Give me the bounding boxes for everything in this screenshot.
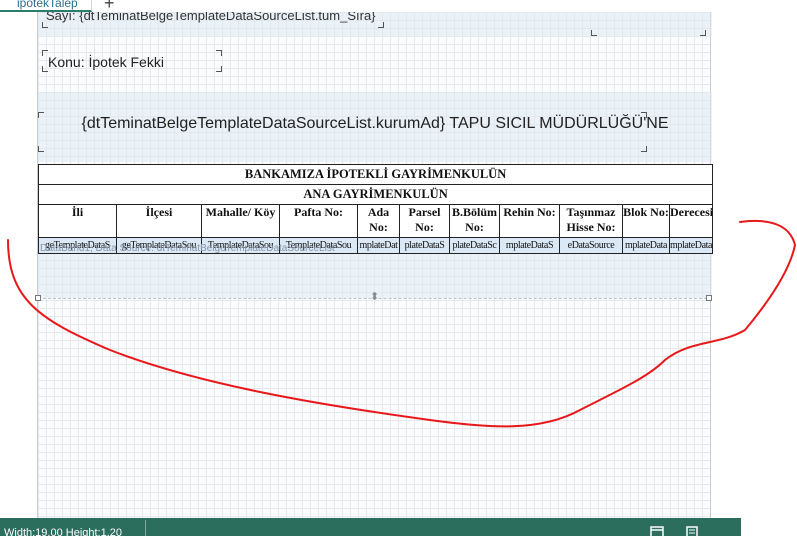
selection-corner <box>42 50 48 56</box>
selection-corner <box>591 30 597 36</box>
column-header[interactable]: Ada No: <box>357 204 400 238</box>
selection-corner <box>700 30 706 36</box>
status-bar: Width:19.00 Height:1.20 <box>0 518 741 536</box>
data-cell[interactable]: mplateDat <box>357 237 400 254</box>
table-title-ipotekli[interactable]: BANKAMIZA İPOTEKLİ GAYRİMENKULÜN <box>37 164 714 185</box>
databand-label: DataBand1; Data Source: dtTeminatBelgeTe… <box>40 243 335 254</box>
selection-corner <box>216 50 222 56</box>
tab-strip: ipotekTalep + <box>0 0 797 12</box>
column-header[interactable]: Blok No: <box>622 204 670 238</box>
size-readout: Width:19.00 Height:1.20 <box>4 527 123 536</box>
data-cell[interactable]: plateDataSc <box>449 237 500 254</box>
selection-corner <box>216 66 222 72</box>
tab-ipotektalep[interactable]: ipotekTalep <box>0 0 92 12</box>
gayrimenkul-table: BANKAMIZA İPOTEKLİ GAYRİMENKULÜN ANA GAY… <box>37 164 714 254</box>
report-designer: ipotekTalep + Sayı: {dtTeminatBelgeTempl… <box>0 0 797 536</box>
page-view-icon[interactable] <box>650 526 664 536</box>
document-icon[interactable] <box>686 526 700 536</box>
column-header[interactable]: Pafta No: <box>279 204 358 238</box>
selection-corner <box>38 112 44 118</box>
resize-handle-left[interactable] <box>35 295 41 301</box>
kurum-heading[interactable]: {dtTeminatBelgeTemplateDataSourceList.ku… <box>38 114 712 134</box>
column-header[interactable]: B.Bölüm No: <box>449 204 500 238</box>
konu-field[interactable]: Konu: İpotek Fekki <box>48 54 164 70</box>
column-header-row: İli İlçesi Mahalle/ Köy Pafta No: Ada No… <box>38 204 714 238</box>
sayi-field[interactable]: Sayı: {dtTeminatBelgeTemplateDataSourceL… <box>46 12 386 26</box>
data-cell[interactable]: plateDataS <box>399 237 450 254</box>
column-header[interactable]: Parsel No: <box>399 204 450 238</box>
selection-corner <box>378 22 384 28</box>
column-header[interactable]: Mahalle/ Köy <box>201 204 280 238</box>
column-header[interactable]: Taşınmaz Hisse No: <box>559 204 623 238</box>
tab-label: ipotekTalep <box>17 0 78 10</box>
column-header[interactable]: İlçesi <box>116 204 202 238</box>
data-cell[interactable]: eDataSource <box>559 237 623 254</box>
data-cell[interactable]: mplateData <box>668 237 714 254</box>
column-header[interactable]: İli <box>38 204 117 238</box>
column-header[interactable]: Derecesi <box>668 204 714 238</box>
resize-handle-right[interactable] <box>706 295 712 301</box>
data-cell[interactable]: mplateData <box>622 237 670 254</box>
selection-corner <box>641 146 647 152</box>
selection-corner <box>38 146 44 152</box>
table-title-ana[interactable]: ANA GAYRİMENKULÜN <box>37 184 714 205</box>
vertical-resize-icon[interactable]: ⬍ <box>370 292 379 303</box>
selection-corner <box>42 66 48 72</box>
selection-corner <box>641 112 647 118</box>
report-page[interactable]: Sayı: {dtTeminatBelgeTemplateDataSourceL… <box>35 12 714 518</box>
add-tab-icon[interactable]: + <box>104 0 115 12</box>
status-divider <box>145 520 146 536</box>
data-cell[interactable]: mplateDataS <box>499 237 560 254</box>
selection-corner <box>42 22 48 28</box>
column-header[interactable]: Rehin No: <box>499 204 560 238</box>
